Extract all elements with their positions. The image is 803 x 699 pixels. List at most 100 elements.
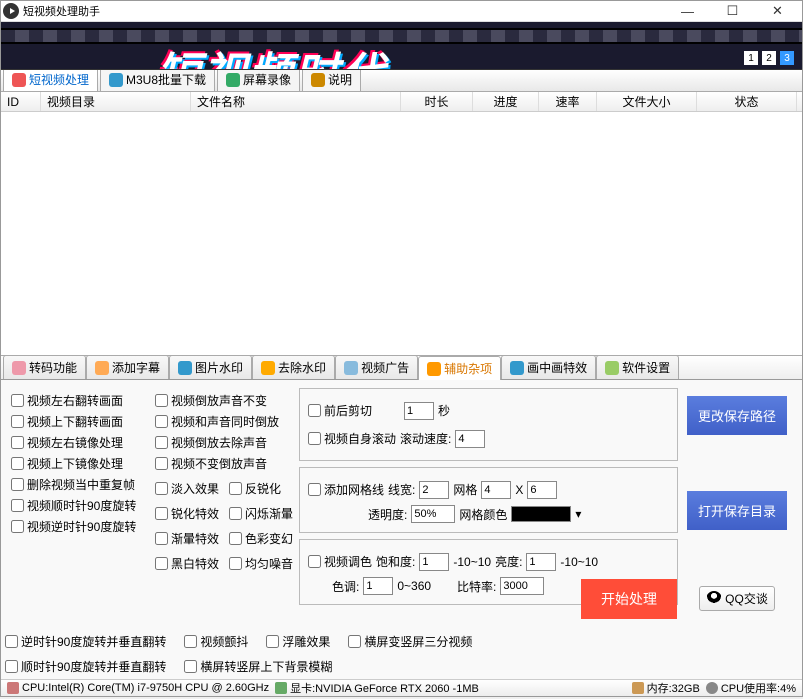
option-checkbox[interactable]: 闪烁渐暈 bbox=[229, 505, 293, 522]
sub-tab-1[interactable]: 添加字幕 bbox=[86, 355, 169, 379]
start-process-button[interactable]: 开始处理 bbox=[581, 579, 677, 619]
column-header[interactable]: 时长 bbox=[401, 92, 473, 111]
hue-input[interactable] bbox=[363, 577, 393, 595]
bitrate-input[interactable] bbox=[500, 577, 544, 595]
option-checkbox[interactable]: 横屏转竖屏上下背景模糊 bbox=[184, 658, 332, 675]
group-grid: 添加网格线 线宽: 网格 X 透明度: 网格颜色 ▾ bbox=[299, 467, 678, 533]
change-save-path-button[interactable]: 更改保存路径 bbox=[687, 396, 787, 435]
column-header[interactable]: ID bbox=[1, 92, 41, 111]
grid-x-input[interactable] bbox=[481, 481, 511, 499]
option-checkbox[interactable]: 删除视频当中重复帧 bbox=[11, 476, 151, 493]
option-checkbox[interactable]: 浮雕效果 bbox=[266, 633, 330, 650]
column-header[interactable]: 状态 bbox=[697, 92, 797, 111]
option-checkbox[interactable]: 均匀噪音 bbox=[229, 555, 293, 572]
open-save-dir-button[interactable]: 打开保存目录 bbox=[687, 491, 787, 530]
brightness-range: -10~10 bbox=[560, 555, 598, 569]
subtab-icon bbox=[12, 361, 26, 375]
memory-icon bbox=[632, 682, 644, 694]
tab-icon bbox=[311, 73, 325, 87]
cpu-icon bbox=[7, 682, 19, 694]
chk-self-scroll[interactable]: 视频自身滚动 bbox=[308, 430, 396, 447]
status-cpu-usage: CPU使用率:4% bbox=[721, 680, 796, 696]
status-memory: 内存:32GB bbox=[647, 680, 700, 696]
side-buttons: 更改保存路径 打开保存目录 QQ交谈 bbox=[682, 388, 792, 619]
dropdown-icon[interactable]: ▾ bbox=[575, 507, 581, 521]
option-checkbox[interactable]: 视频上下镜像处理 bbox=[11, 455, 151, 472]
sub-tab-3[interactable]: 去除水印 bbox=[252, 355, 335, 379]
option-checkbox[interactable]: 视频左右翻转画面 bbox=[11, 392, 151, 409]
chk-add-grid[interactable]: 添加网格线 bbox=[308, 481, 384, 498]
option-checkbox[interactable]: 逆时针90度旋转并垂直翻转 bbox=[5, 633, 166, 650]
sub-tab-5[interactable]: 辅助杂项 bbox=[418, 356, 501, 380]
app-icon bbox=[3, 3, 19, 19]
option-checkbox[interactable]: 视频倒放去除声音 bbox=[155, 434, 295, 451]
banner-page-2[interactable]: 2 bbox=[762, 51, 776, 65]
subtab-icon bbox=[510, 361, 524, 375]
option-checkbox[interactable]: 色彩变幻 bbox=[229, 530, 293, 547]
chk-color-adjust[interactable]: 视频调色 bbox=[308, 553, 372, 570]
option-checkbox[interactable]: 横屏变竖屏三分视频 bbox=[348, 633, 472, 650]
main-tabs: 短视频处理M3U8批量下载屏幕录像说明 bbox=[1, 70, 802, 92]
maximize-button[interactable]: ☐ bbox=[710, 1, 755, 21]
option-checkbox[interactable]: 视频不变倒放声音 bbox=[155, 455, 295, 472]
option-checkbox[interactable]: 视频逆时针90度旋转 bbox=[11, 518, 151, 535]
task-table: ID视频目录文件名称时长进度速率文件大小状态 bbox=[1, 92, 802, 356]
scroll-speed-input[interactable] bbox=[455, 430, 485, 448]
option-checkbox[interactable]: 视频顺时针90度旋转 bbox=[11, 497, 151, 514]
column-header[interactable]: 速率 bbox=[539, 92, 597, 111]
subtab-icon bbox=[261, 361, 275, 375]
status-cpu: CPU:Intel(R) Core(TM) i7-9750H CPU @ 2.6… bbox=[22, 682, 269, 694]
scroll-speed-label: 滚动速度: bbox=[400, 430, 451, 447]
line-width-label: 线宽: bbox=[388, 481, 415, 498]
sub-tab-7[interactable]: 软件设置 bbox=[596, 355, 679, 379]
grid-y-input[interactable] bbox=[527, 481, 557, 499]
column-header[interactable]: 视频目录 bbox=[41, 92, 191, 111]
option-checkbox[interactable]: 顺时针90度旋转并垂直翻转 bbox=[5, 658, 166, 675]
column-header[interactable]: 进度 bbox=[473, 92, 539, 111]
option-checkbox[interactable]: 视频和声音同时倒放 bbox=[155, 413, 295, 430]
subtab-icon bbox=[95, 361, 109, 375]
option-checkbox[interactable]: 视频颤抖 bbox=[184, 633, 248, 650]
sub-tab-6[interactable]: 画中画特效 bbox=[501, 355, 596, 379]
statusbar: CPU:Intel(R) Core(TM) i7-9750H CPU @ 2.6… bbox=[1, 679, 802, 696]
chk-trim[interactable]: 前后剪切 bbox=[308, 402, 372, 419]
brightness-input[interactable] bbox=[526, 553, 556, 571]
subtab-icon bbox=[344, 361, 358, 375]
option-checkbox[interactable]: 淡入效果 bbox=[155, 480, 219, 497]
option-checkbox[interactable]: 视频左右镜像处理 bbox=[11, 434, 151, 451]
table-header: ID视频目录文件名称时长进度速率文件大小状态 bbox=[1, 92, 802, 112]
minimize-button[interactable]: — bbox=[665, 1, 710, 21]
grid-color-picker[interactable] bbox=[511, 506, 571, 522]
grid-color-label: 网格颜色 bbox=[459, 506, 507, 523]
banner-page-3[interactable]: 3 bbox=[780, 51, 794, 65]
sub-tab-0[interactable]: 转码功能 bbox=[3, 355, 86, 379]
main-tab-1[interactable]: M3U8批量下载 bbox=[100, 67, 215, 91]
banner-page-1[interactable]: 1 bbox=[744, 51, 758, 65]
qq-chat-button[interactable]: QQ交谈 bbox=[699, 586, 775, 611]
option-checkbox[interactable]: 视频上下翻转画面 bbox=[11, 413, 151, 430]
sub-tab-4[interactable]: 视频广告 bbox=[335, 355, 418, 379]
saturation-label: 饱和度: bbox=[376, 553, 415, 570]
line-width-input[interactable] bbox=[419, 481, 449, 499]
main-tab-0[interactable]: 短视频处理 bbox=[3, 67, 98, 91]
close-button[interactable]: ✕ bbox=[755, 1, 800, 21]
column-header[interactable]: 文件名称 bbox=[191, 92, 401, 111]
options-column-1: 视频左右翻转画面视频上下翻转画面视频左右镜像处理视频上下镜像处理删除视频当中重复… bbox=[11, 388, 151, 619]
column-header[interactable]: 文件大小 bbox=[597, 92, 697, 111]
tab-icon bbox=[109, 73, 123, 87]
opacity-input[interactable] bbox=[411, 505, 455, 523]
saturation-input[interactable] bbox=[419, 553, 449, 571]
main-tab-3[interactable]: 说明 bbox=[302, 67, 361, 91]
grid-label: 网格 bbox=[453, 481, 477, 498]
option-checkbox[interactable]: 视频倒放声音不变 bbox=[155, 392, 295, 409]
option-checkbox[interactable]: 黑白特效 bbox=[155, 555, 219, 572]
option-checkbox[interactable]: 渐暈特效 bbox=[155, 530, 219, 547]
qq-icon bbox=[706, 591, 722, 607]
option-checkbox[interactable]: 锐化特效 bbox=[155, 505, 219, 522]
main-tab-2[interactable]: 屏幕录像 bbox=[217, 67, 300, 91]
tab-icon bbox=[226, 73, 240, 87]
option-checkbox[interactable]: 反锐化 bbox=[229, 480, 281, 497]
trim-seconds-input[interactable] bbox=[404, 402, 434, 420]
tab-icon bbox=[12, 73, 26, 87]
sub-tab-2[interactable]: 图片水印 bbox=[169, 355, 252, 379]
